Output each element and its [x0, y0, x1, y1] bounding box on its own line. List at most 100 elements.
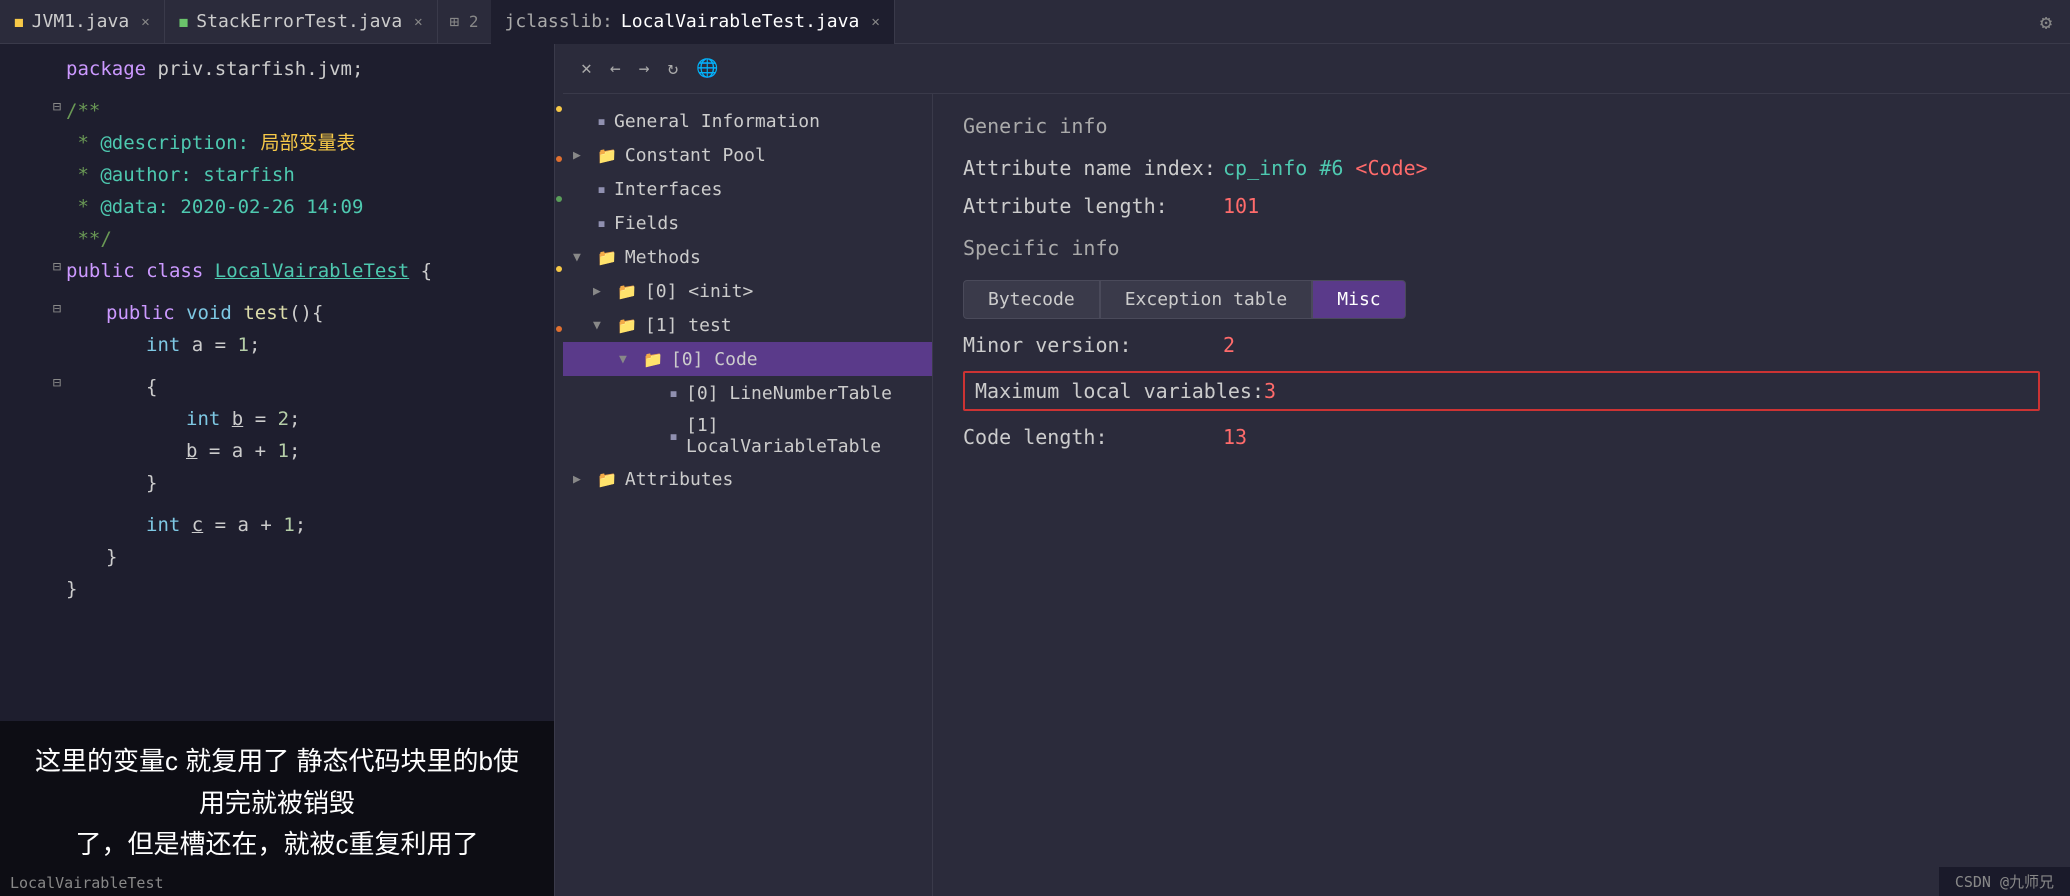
tree-item-init[interactable]: ▶ 📁 [0] <init> [563, 274, 932, 308]
forward-button[interactable]: → [635, 56, 654, 81]
max-local-label: Maximum local variables: [975, 379, 1264, 403]
tree-folder-icon-init: 📁 [617, 282, 637, 301]
code-line-blank1 [0, 86, 554, 96]
refresh-button[interactable]: ↻ [664, 56, 683, 81]
tab-buttons: Bytecode Exception table Misc [963, 280, 2040, 319]
code-length-label: Code length: [963, 425, 1223, 449]
code-text-10: public void test(){ [66, 298, 323, 329]
tree-label-code: [0] Code [671, 349, 758, 370]
filename-bottom: LocalVairableTest [10, 874, 164, 892]
code-text-20: } [66, 574, 77, 605]
tab-localvairabletest-label: LocalVairableTest.java [621, 11, 859, 32]
tree-label-localvariable: [1] LocalVariableTable [686, 415, 922, 457]
marker-orange-2 [556, 326, 562, 332]
tree-label-interfaces: Interfaces [614, 179, 722, 200]
tree-item-test[interactable]: ▼ 📁 [1] test [563, 308, 932, 342]
jvm1-icon: ◼ [14, 12, 24, 31]
code-line-1: package priv.starfish.jvm; [0, 54, 554, 86]
marker-yellow-1 [556, 106, 562, 112]
tree-label-init: [0] <init> [645, 281, 753, 302]
info-panel: Generic info Attribute name index: cp_in… [933, 94, 2070, 896]
attribute-length-label: Attribute length: [963, 194, 1223, 218]
code-text-4: * @description: 局部变量表 [66, 128, 356, 159]
tree-item-code[interactable]: ▼ 📁 [0] Code [563, 342, 932, 376]
marker-yellow-2 [556, 266, 562, 272]
tree-arrow-code: ▼ [619, 352, 635, 367]
tree-item-linenumber[interactable]: ▪ [0] LineNumberTable [563, 376, 932, 410]
minor-version-row: Minor version: 2 [963, 333, 2040, 357]
code-line-blank4 [0, 500, 554, 510]
exception-table-tab[interactable]: Exception table [1100, 280, 1313, 319]
tree-file-icon-linenumber: ▪ [669, 384, 678, 402]
code-text-3: /** [66, 96, 100, 127]
attribute-length-value: 101 [1223, 194, 1259, 218]
tree-item-interfaces[interactable]: ▪ Interfaces [563, 172, 932, 206]
code-text-14: int b = 2; [66, 404, 300, 435]
tab-stackerror-close[interactable]: ✕ [414, 14, 422, 30]
tree-item-fields[interactable]: ▪ Fields [563, 206, 932, 240]
tree-file-icon-localvariable: ▪ [669, 427, 678, 445]
close-button[interactable]: ✕ [577, 56, 596, 81]
code-text-8: public class LocalVairableTest { [66, 256, 432, 287]
code-text-16: } [66, 468, 157, 499]
generic-info-title: Generic info [963, 114, 2040, 138]
tab-jclasslib[interactable]: jclasslib: LocalVairableTest.java ✕ [491, 0, 895, 44]
stackerror-icon: ◼ [179, 12, 189, 31]
tree-arrow-test: ▼ [593, 318, 609, 333]
tab-localvairabletest-close[interactable]: ✕ [871, 14, 879, 30]
code-line-19: } [0, 542, 554, 574]
code-line-5: * @author: starfish [0, 160, 554, 192]
tree-label-attributes: Attributes [625, 469, 733, 490]
attribute-length-row: Attribute length: 101 [963, 194, 2040, 218]
code-text-13: { [66, 372, 157, 403]
tree-folder-icon-cp: 📁 [597, 146, 617, 165]
bytecode-tab[interactable]: Bytecode [963, 280, 1100, 319]
tab-jclasslib-label: jclasslib: [505, 11, 613, 32]
tab-stackerror[interactable]: ◼ StackErrorTest.java ✕ [165, 0, 438, 44]
tree-file-icon-general: ▪ [597, 112, 606, 130]
jclass-toolbar: ✕ ← → ↻ 🌐 [563, 44, 2070, 94]
globe-button[interactable]: 🌐 [692, 56, 722, 81]
tab-jvm1[interactable]: ◼ JVM1.java ✕ [0, 0, 165, 44]
settings-button[interactable]: ⚙ [2022, 10, 2070, 34]
tree-item-localvariable[interactable]: ▪ [1] LocalVariableTable [563, 410, 932, 462]
code-line-blank3 [0, 362, 554, 372]
tree-item-attributes[interactable]: ▶ 📁 Attributes [563, 462, 932, 496]
tree-arrow-methods: ▼ [573, 250, 589, 265]
tree-label-methods: Methods [625, 247, 701, 268]
attribute-name-value: cp_info #6 [1223, 156, 1343, 180]
line-num-1 [10, 54, 48, 86]
misc-tab[interactable]: Misc [1312, 280, 1405, 319]
back-button[interactable]: ← [606, 56, 625, 81]
code-line-6: * @data: 2020-02-26 14:09 [0, 192, 554, 224]
tree-label-fields: Fields [614, 213, 679, 234]
minor-version-label: Minor version: [963, 333, 1223, 357]
tree-arrow-init: ▶ [593, 284, 609, 299]
code-line-14: int b = 2; [0, 404, 554, 436]
tab-jvm1-close[interactable]: ✕ [141, 14, 149, 30]
divider-bar [555, 44, 563, 896]
code-text-15: b = a + 1; [66, 436, 300, 467]
code-text-19: } [66, 542, 117, 573]
code-content: package priv.starfish.jvm; ⊟ /** * @desc… [0, 44, 554, 616]
attribute-name-code: <Code> [1355, 156, 1427, 180]
max-local-row: Maximum local variables: 3 [963, 371, 2040, 411]
tab-jvm1-label: JVM1.java [32, 11, 130, 32]
tree-label-linenumber: [0] LineNumberTable [686, 383, 892, 404]
tree-file-icon-interfaces: ▪ [597, 180, 606, 198]
status-text: CSDN @九师兄 [1955, 873, 2054, 891]
code-line-blank2 [0, 288, 554, 298]
tree-label-general: General Information [614, 111, 820, 132]
code-text-7: **/ [66, 224, 112, 255]
tree-item-methods[interactable]: ▼ 📁 Methods [563, 240, 932, 274]
code-line-3: ⊟ /** [0, 96, 554, 128]
tree-folder-icon-attributes: 📁 [597, 470, 617, 489]
tree-label-test: [1] test [645, 315, 732, 336]
tab-bar: ◼ JVM1.java ✕ ◼ StackErrorTest.java ✕ ⊞ … [0, 0, 2070, 44]
code-text-5: * @author: starfish [66, 160, 295, 191]
tree-item-general-info[interactable]: ▪ General Information [563, 104, 932, 138]
code-text-18: int c = a + 1; [66, 510, 306, 541]
specific-info-title: Specific info [963, 236, 2040, 260]
marker-green-1 [556, 196, 562, 202]
tree-item-constant-pool[interactable]: ▶ 📁 Constant Pool [563, 138, 932, 172]
